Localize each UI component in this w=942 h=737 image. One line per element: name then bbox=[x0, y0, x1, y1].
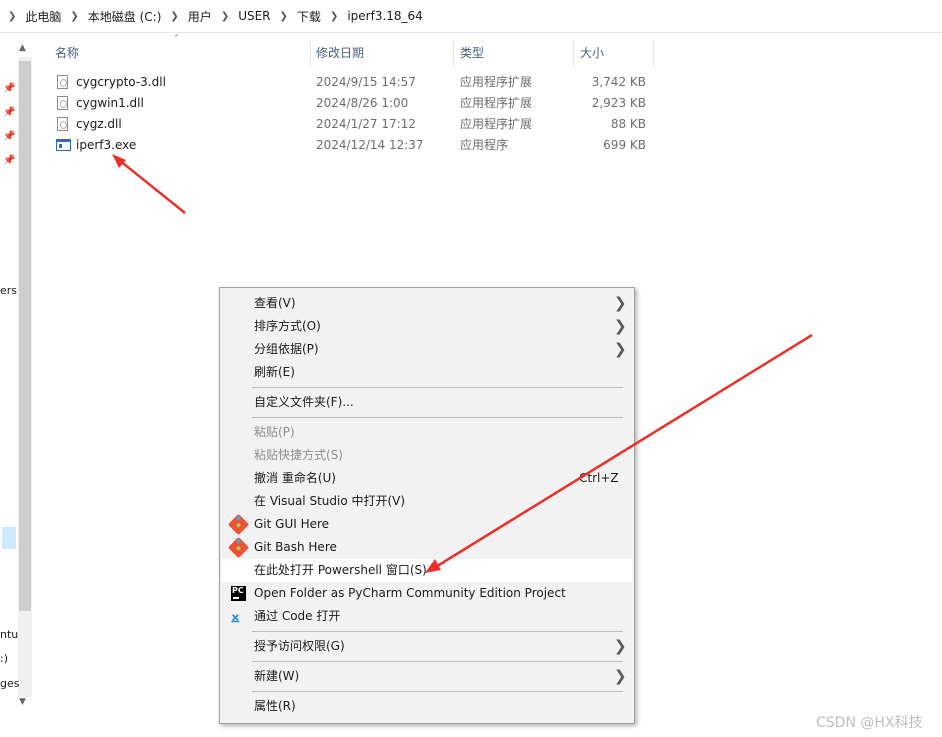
annotation-arrow-to-powershell bbox=[433, 333, 813, 570]
watermark: CSDN @HX科技 bbox=[816, 715, 923, 731]
annotation-arrow-to-exe bbox=[118, 159, 186, 214]
annotation-arrowhead-powershell bbox=[425, 559, 441, 573]
annotation-arrowhead-exe bbox=[112, 154, 126, 168]
annotation-arrows bbox=[112, 154, 813, 573]
